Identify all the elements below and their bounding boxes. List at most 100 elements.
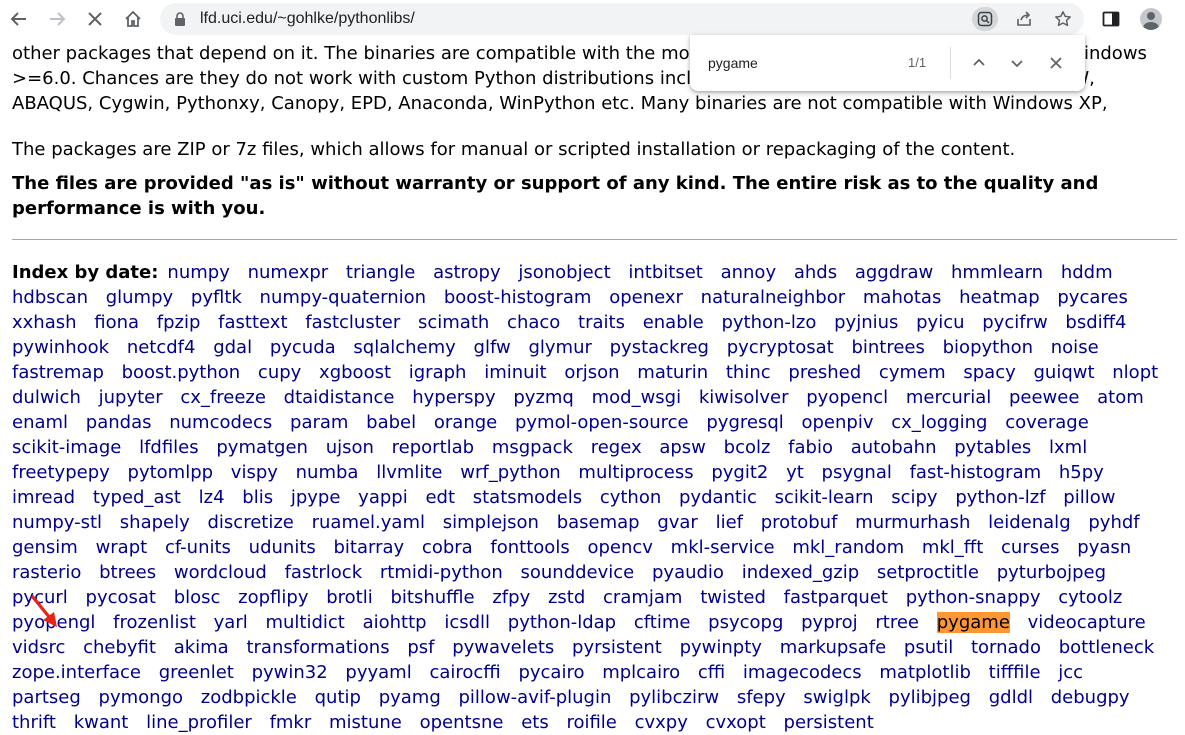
package-link[interactable]: pycifrw bbox=[982, 312, 1047, 333]
package-link[interactable]: videocapture bbox=[1028, 612, 1146, 633]
package-link[interactable]: peewee bbox=[1009, 387, 1079, 408]
package-link[interactable]: pywinpty bbox=[680, 637, 762, 658]
package-link[interactable]: pycares bbox=[1057, 287, 1127, 308]
package-link[interactable]: pytomlpp bbox=[128, 462, 214, 483]
package-link[interactable]: python-lzf bbox=[955, 487, 1045, 508]
package-link[interactable]: astropy bbox=[433, 262, 501, 283]
package-link[interactable]: numpy-stl bbox=[12, 512, 102, 533]
package-link[interactable]: cx_logging bbox=[891, 412, 987, 433]
package-link[interactable]: reportlab bbox=[392, 437, 474, 458]
package-link[interactable]: wrapt bbox=[96, 537, 148, 558]
package-link[interactable]: pillow bbox=[1063, 487, 1115, 508]
package-link[interactable]: dulwich bbox=[12, 387, 81, 408]
package-link[interactable]: numpy bbox=[167, 262, 229, 283]
package-link[interactable]: mkl_random bbox=[792, 537, 904, 558]
package-link[interactable]: openpiv bbox=[801, 412, 873, 433]
package-link[interactable]: psf bbox=[407, 637, 434, 658]
package-link[interactable]: cftime bbox=[634, 612, 691, 633]
package-link[interactable]: fastcluster bbox=[305, 312, 400, 333]
package-link[interactable]: nlopt bbox=[1112, 362, 1158, 383]
package-link[interactable]: chaco bbox=[507, 312, 560, 333]
package-link[interactable]: imread bbox=[12, 487, 75, 508]
package-link[interactable]: qutip bbox=[315, 687, 361, 708]
package-link[interactable]: pyrsistent bbox=[572, 637, 662, 658]
package-link[interactable]: freetypepy bbox=[12, 462, 110, 483]
package-link[interactable]: hddm bbox=[1061, 262, 1113, 283]
package-link[interactable]: cf-units bbox=[165, 537, 231, 558]
package-link[interactable]: iminuit bbox=[484, 362, 546, 383]
package-link[interactable]: vispy bbox=[231, 462, 278, 483]
package-link[interactable]: cytoolz bbox=[1058, 587, 1122, 608]
package-link[interactable]: orjson bbox=[564, 362, 619, 383]
package-link[interactable]: enable bbox=[643, 312, 704, 333]
package-link[interactable]: zstd bbox=[548, 587, 585, 608]
package-link[interactable]: regex bbox=[591, 437, 642, 458]
package-link[interactable]: gdldl bbox=[989, 687, 1033, 708]
package-link[interactable]: mkl_fft bbox=[922, 537, 983, 558]
package-link[interactable]: coverage bbox=[1005, 412, 1089, 433]
package-link[interactable]: param bbox=[290, 412, 348, 433]
package-link[interactable]: pyproj bbox=[801, 612, 858, 633]
package-link[interactable]: bsdiff4 bbox=[1065, 312, 1126, 333]
package-link[interactable]: pygame bbox=[936, 612, 1010, 633]
package-link[interactable]: thinc bbox=[726, 362, 771, 383]
package-link[interactable]: pywinhook bbox=[12, 337, 109, 358]
package-link[interactable]: swiglpk bbox=[803, 687, 870, 708]
package-link[interactable]: tornado bbox=[971, 637, 1041, 658]
address-bar[interactable]: lfd.uci.edu/~gohlke/pythonlibs/ bbox=[160, 3, 1084, 35]
package-link[interactable]: pycryptosat bbox=[727, 337, 834, 358]
package-link[interactable]: icsdll bbox=[444, 612, 490, 633]
package-link[interactable]: pyyaml bbox=[345, 662, 411, 683]
package-link[interactable]: zopflipy bbox=[238, 587, 308, 608]
package-link[interactable]: cffi bbox=[698, 662, 725, 683]
package-link[interactable]: typed_ast bbox=[93, 487, 181, 508]
package-link[interactable]: gvar bbox=[657, 512, 698, 533]
package-link[interactable]: murmurhash bbox=[855, 512, 970, 533]
package-link[interactable]: pywin32 bbox=[252, 662, 328, 683]
package-link[interactable]: fast-histogram bbox=[910, 462, 1042, 483]
package-link[interactable]: yappi bbox=[358, 487, 408, 508]
package-link[interactable]: jpype bbox=[291, 487, 341, 508]
package-link[interactable]: sfepy bbox=[737, 687, 786, 708]
share-icon[interactable] bbox=[1011, 7, 1037, 31]
package-link[interactable]: spacy bbox=[963, 362, 1015, 383]
package-link[interactable]: numba bbox=[296, 462, 359, 483]
package-link[interactable]: mahotas bbox=[863, 287, 941, 308]
package-link[interactable]: persistent bbox=[784, 712, 874, 733]
package-link[interactable]: edt bbox=[425, 487, 455, 508]
package-link[interactable]: yt bbox=[786, 462, 804, 483]
forward-icon[interactable] bbox=[42, 4, 72, 34]
package-link[interactable]: pygit2 bbox=[711, 462, 768, 483]
package-link[interactable]: pycairo bbox=[518, 662, 584, 683]
package-link[interactable]: tifffile bbox=[989, 662, 1041, 683]
package-link[interactable]: zodbpickle bbox=[201, 687, 297, 708]
package-link[interactable]: btrees bbox=[99, 562, 156, 583]
package-link[interactable]: rasterio bbox=[12, 562, 81, 583]
package-link[interactable]: frozenlist bbox=[113, 612, 196, 633]
find-previous-icon[interactable] bbox=[965, 49, 993, 77]
package-link[interactable]: babel bbox=[366, 412, 416, 433]
package-link[interactable]: traits bbox=[578, 312, 625, 333]
package-link[interactable]: python-lzo bbox=[721, 312, 816, 333]
package-link[interactable]: chebyfit bbox=[83, 637, 156, 658]
package-link[interactable]: glymur bbox=[528, 337, 591, 358]
package-link[interactable]: thrift bbox=[12, 712, 56, 733]
package-link[interactable]: pycuda bbox=[270, 337, 336, 358]
package-link[interactable]: numexpr bbox=[248, 262, 329, 283]
find-close-icon[interactable] bbox=[1042, 49, 1070, 77]
package-link[interactable]: pymatgen bbox=[216, 437, 308, 458]
package-link[interactable]: bintrees bbox=[851, 337, 924, 358]
package-link[interactable]: openexr bbox=[609, 287, 683, 308]
package-link[interactable]: wrf_python bbox=[460, 462, 560, 483]
package-link[interactable]: annoy bbox=[721, 262, 777, 283]
package-link[interactable]: lz4 bbox=[199, 487, 225, 508]
package-link[interactable]: blis bbox=[242, 487, 273, 508]
package-link[interactable]: opencv bbox=[587, 537, 652, 558]
package-link[interactable]: cymem bbox=[879, 362, 946, 383]
package-link[interactable]: pygresql bbox=[706, 412, 783, 433]
package-link[interactable]: wordcloud bbox=[174, 562, 267, 583]
package-link[interactable]: cvxopt bbox=[706, 712, 766, 733]
package-link[interactable]: bitarray bbox=[334, 537, 405, 558]
package-link[interactable]: brotli bbox=[326, 587, 373, 608]
package-link[interactable]: pymongo bbox=[99, 687, 183, 708]
